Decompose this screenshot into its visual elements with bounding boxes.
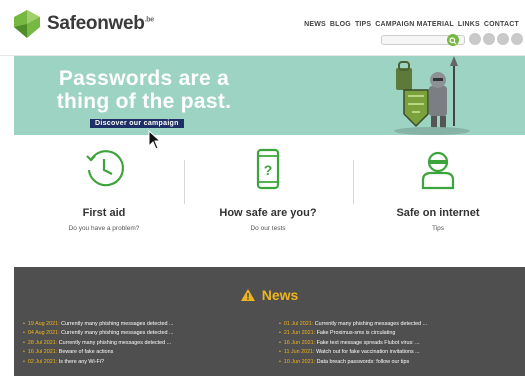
nav-campaign-material[interactable]: CAMPAIGN MATERIAL [375,21,454,28]
feature-title: Safe on internet [396,207,480,219]
news-item[interactable]: • 19 Aug 2021: Currently many phishing me… [23,321,174,330]
logo-sup: .be [144,16,155,24]
search-button[interactable] [447,34,459,46]
news-list-right: • 01 Jul 2021: Currently many phishing me… [279,321,427,368]
nav-blog[interactable]: BLOG [330,21,351,28]
feature-subtitle: Do our tests [250,225,286,232]
feature-how-safe[interactable]: ? How safe are you? Do our tests [183,148,353,232]
news-item[interactable]: • 16 Jun 2021: Fake text message spreads … [279,340,427,349]
nav-tips[interactable]: TIPS [355,21,371,28]
news-item[interactable]: • 16 Jul 2021: Beware of fake actions [23,349,174,358]
facebook-icon[interactable] [469,33,481,45]
news-section: News • 19 Aug 2021: Currently many phishi… [14,267,525,376]
news-item[interactable]: • 10 Jun 2021: Data breach passwords: fol… [279,359,427,368]
user-mask-icon [421,151,455,190]
svg-text:?: ? [264,162,273,178]
logo-text: Safeonweb.be [47,13,155,34]
top-nav: NEWS BLOG TIPS CAMPAIGN MATERIAL LINKS C… [304,21,519,28]
hero-banner: Passwords are a thing of the past. Disco… [14,56,525,135]
nav-news[interactable]: NEWS [304,21,326,28]
hero-title: Passwords are a thing of the past. [44,67,244,113]
logo-shield-icon [14,10,40,38]
news-list-left: • 19 Aug 2021: Currently many phishing me… [23,321,174,368]
twitter-icon[interactable] [483,33,495,45]
feature-first-aid[interactable]: First aid Do you have a problem? [19,148,189,232]
site-header: Safeonweb.be NEWS BLOG TIPS CAMPAIGN MAT… [0,0,525,56]
search-icon [449,37,457,45]
news-title: News [261,287,299,303]
youtube-icon[interactable] [497,33,509,45]
social-links [469,33,523,45]
feature-title: How safe are you? [219,207,317,219]
feature-safe-on-internet[interactable]: Safe on internet Tips [353,148,523,232]
news-item[interactable]: • 02 Jul 2021: Is there any Wi-Fi? [23,359,174,368]
clock-icon [86,150,124,187]
hero-title-line2: thing of the past. [56,90,232,113]
news-item[interactable]: • 01 Jul 2021: Currently many phishing me… [279,321,427,330]
hero-title-line1: Passwords are a [58,67,230,90]
news-item[interactable]: • 21 Jun 2021: Fake Proximus-sms is circu… [279,330,427,339]
discover-campaign-button[interactable]: Discover our campaign [90,119,184,128]
feature-subtitle: Tips [431,225,445,232]
mouse-cursor-icon [148,130,162,150]
news-heading: News [14,287,525,303]
instagram-icon[interactable] [511,33,523,45]
news-item[interactable]: • 11 Jun 2021: Watch out for fake vaccina… [279,349,427,358]
feature-title: First aid [82,207,126,219]
warning-icon [240,289,255,301]
feature-subtitle: Do you have a problem? [68,225,140,232]
news-item[interactable]: • 28 Jul 2021: Currently many phishing me… [23,340,174,349]
knight-illustration-icon [394,56,470,135]
phone-question-icon: ? [256,148,280,190]
nav-contact[interactable]: CONTACT [484,21,519,28]
nav-links[interactable]: LINKS [458,21,480,28]
news-item[interactable]: • 04 Aug 2021: Currently many phishing me… [23,330,174,339]
site-logo[interactable]: Safeonweb.be [13,9,154,39]
